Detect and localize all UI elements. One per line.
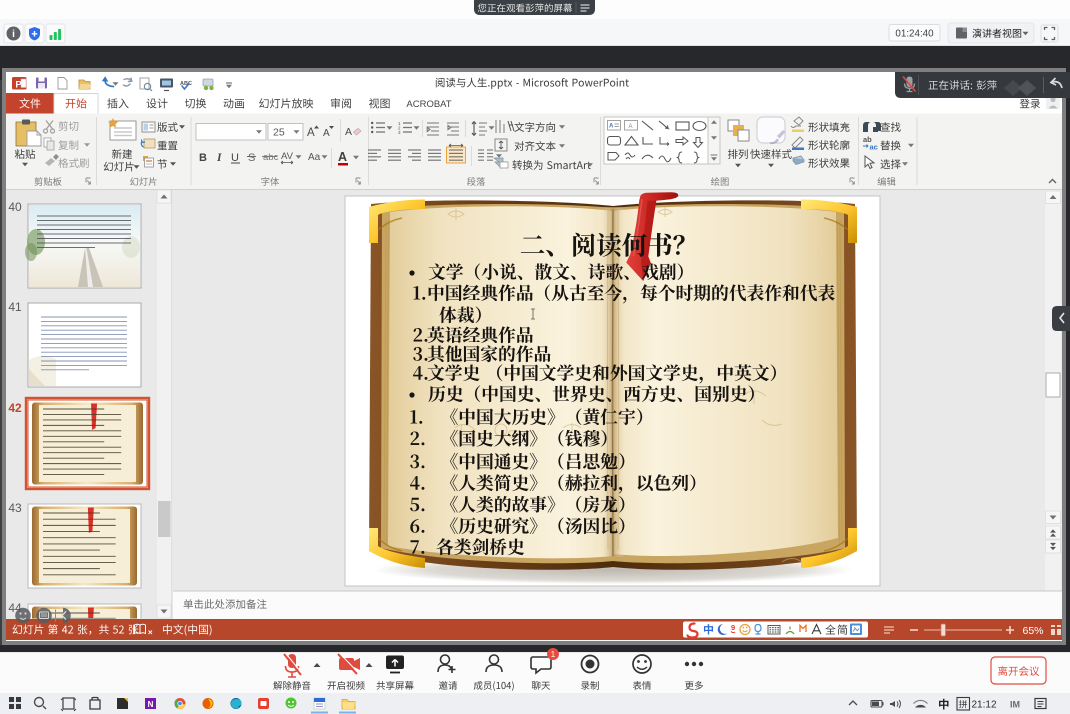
svg-text:41: 41 — [8, 300, 22, 314]
svg-text:I: I — [216, 152, 222, 164]
svg-text:65%: 65% — [1022, 625, 1043, 637]
svg-text:1: 1 — [551, 650, 556, 659]
svg-text:A: A — [307, 127, 315, 139]
svg-text:9: 9 — [731, 623, 735, 632]
svg-text:01:24:40: 01:24:40 — [895, 29, 934, 40]
svg-text:42: 42 — [8, 401, 22, 415]
svg-text:U: U — [231, 152, 239, 164]
svg-text:A: A — [338, 150, 347, 164]
svg-text:P: P — [15, 80, 22, 91]
svg-text:Aa: Aa — [308, 152, 321, 163]
svg-text:B: B — [199, 152, 207, 164]
svg-text:ac: ac — [870, 143, 878, 152]
svg-text:i: i — [12, 29, 15, 40]
svg-text:21:12: 21:12 — [971, 700, 996, 711]
svg-text:N: N — [148, 700, 154, 709]
svg-text:43: 43 — [8, 501, 22, 515]
svg-text:ACROBAT: ACROBAT — [406, 99, 451, 110]
svg-text:A: A — [345, 126, 352, 138]
svg-text:AV: AV — [281, 151, 294, 162]
svg-text:40: 40 — [8, 200, 22, 214]
svg-text:25: 25 — [273, 127, 285, 139]
svg-text:A: A — [609, 124, 614, 130]
svg-text:abc: abc — [263, 152, 279, 163]
svg-text:A: A — [323, 128, 330, 139]
svg-text:A: A — [629, 124, 633, 130]
svg-text:IM: IM — [1010, 700, 1020, 710]
svg-text:S: S — [248, 152, 255, 164]
